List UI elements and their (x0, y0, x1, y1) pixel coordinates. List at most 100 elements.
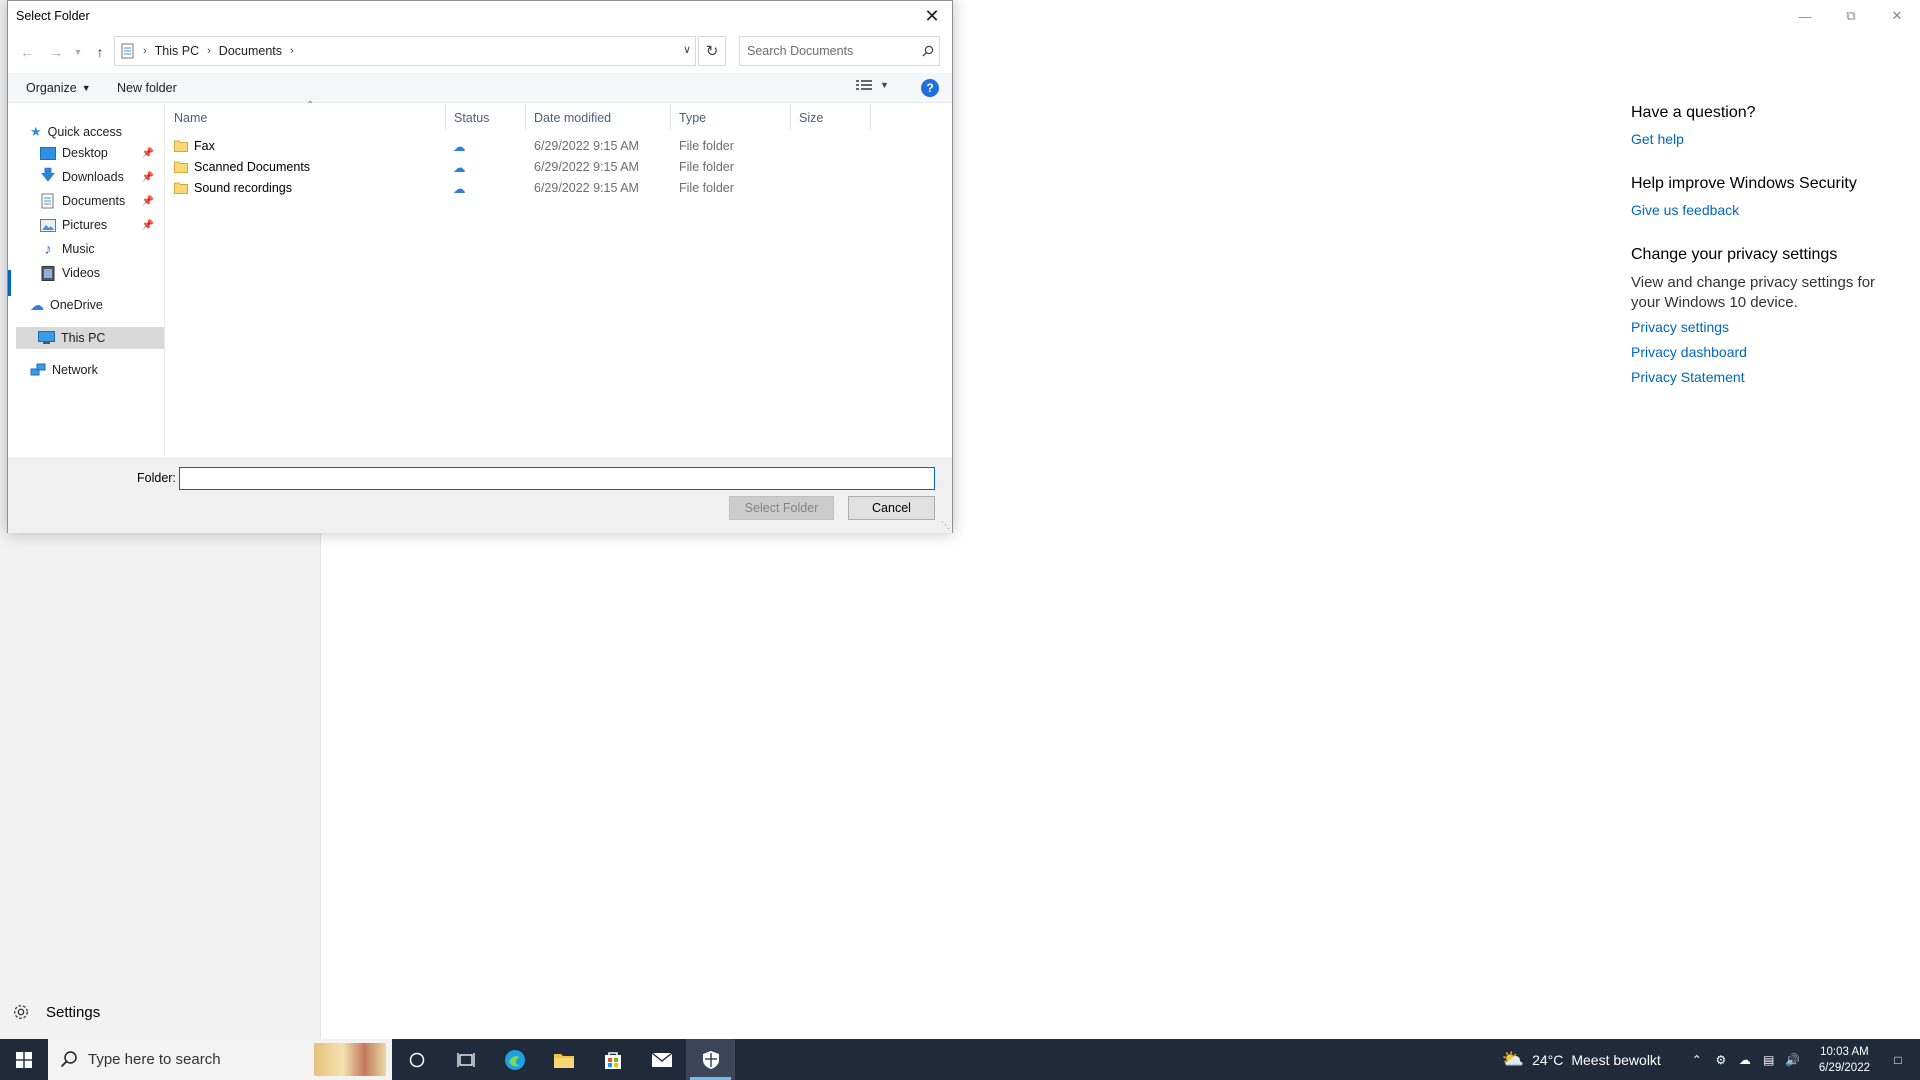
organize-button[interactable]: Organize ▼ (26, 81, 91, 95)
cortana-icon (409, 1052, 424, 1067)
file-row[interactable]: Fax ☁ 6/29/2022 9:15 AM File folder (166, 136, 952, 157)
help-panel: Have a question? Get help Help improve W… (1631, 104, 1891, 413)
help-button[interactable]: ? (921, 79, 939, 97)
address-dropdown-icon[interactable]: ∨ (683, 43, 691, 56)
cloud-status-icon: ☁ (453, 140, 466, 154)
clock[interactable]: 10:03 AM 6/29/2022 (1819, 1044, 1870, 1076)
file-explorer-button[interactable] (539, 1039, 588, 1080)
nav-pictures[interactable]: Pictures 📌 (40, 214, 164, 236)
start-button[interactable] (0, 1039, 48, 1080)
nav-music[interactable]: ♪ Music (40, 238, 164, 260)
cloud-status-icon: ☁ (453, 161, 466, 175)
feedback-link[interactable]: Give us feedback (1631, 202, 1891, 218)
close-window-button[interactable]: ✕ (1874, 4, 1920, 28)
nav-documents[interactable]: Documents 📌 (40, 190, 164, 212)
privacy-settings-link[interactable]: Privacy settings (1631, 319, 1891, 335)
organize-label: Organize (26, 81, 77, 95)
weather-widget[interactable]: ⛅ 24°C Meest bewolkt (1502, 1049, 1661, 1070)
taskbar: ⛅ 24°C Meest bewolkt ⌃ ⚙ ☁ ▤ 🔊 10:03 AM … (0, 1039, 1920, 1080)
nav-quick-access[interactable]: ★ Quick access (30, 121, 160, 143)
column-date-modified[interactable]: Date modified (526, 104, 671, 130)
chevron-right-icon: › (290, 45, 294, 57)
get-help-link[interactable]: Get help (1631, 131, 1891, 147)
file-type: File folder (679, 139, 734, 153)
edge-button[interactable] (490, 1039, 539, 1080)
search-icon[interactable] (917, 45, 939, 57)
nav-onedrive[interactable]: ☁ OneDrive (30, 294, 160, 316)
select-folder-dialog: Select Folder ✕ ← → ▼ ↑ › This PC › Docu… (7, 0, 953, 533)
restore-button[interactable]: ⧉ (1828, 4, 1874, 28)
nav-downloads[interactable]: 🡇 Downloads 📌 (40, 166, 164, 188)
network-tray-icon[interactable]: ▤ (1757, 1053, 1781, 1067)
documents-icon (41, 193, 54, 209)
column-type[interactable]: Type (671, 104, 791, 130)
column-status[interactable]: Status (446, 104, 526, 130)
pin-icon[interactable]: 📌 (142, 172, 154, 183)
column-size[interactable]: Size (791, 104, 871, 130)
windows-security-button[interactable] (686, 1039, 735, 1080)
dialog-close-button[interactable]: ✕ (912, 1, 952, 31)
address-bar[interactable]: › This PC › Documents › ∨ (114, 36, 696, 66)
nav-videos[interactable]: Videos (40, 262, 164, 284)
pin-icon[interactable]: 📌 (142, 220, 154, 231)
volume-icon[interactable]: 🔊 (1781, 1053, 1805, 1067)
change-view-button[interactable]: ▼ (856, 79, 889, 91)
nav-label: Network (52, 363, 98, 377)
file-name: Scanned Documents (194, 160, 311, 174)
settings-nav-item[interactable]: Settings (12, 1003, 100, 1021)
feedback-section: Help improve Windows Security Give us fe… (1631, 175, 1891, 218)
notifications-icon[interactable]: □ (1886, 1053, 1910, 1067)
section-text: View and change privacy settings for you… (1631, 274, 1876, 311)
file-type: File folder (679, 181, 734, 195)
search-input[interactable] (740, 44, 917, 58)
chevron-up-icon[interactable]: ⌃ (1685, 1053, 1709, 1067)
nav-desktop[interactable]: Desktop 📌 (40, 142, 164, 164)
task-view-button[interactable] (441, 1039, 490, 1080)
privacy-dashboard-link[interactable]: Privacy dashboard (1631, 344, 1891, 360)
up-button[interactable]: ↑ (90, 42, 110, 62)
taskbar-search (48, 1039, 392, 1080)
file-date: 6/29/2022 9:15 AM (534, 181, 639, 195)
taskbar-search-input[interactable] (88, 1051, 308, 1068)
chevron-right-icon: › (143, 45, 147, 57)
folder-input[interactable] (179, 467, 935, 490)
nav-this-pc[interactable]: This PC (16, 327, 164, 349)
file-name: Fax (194, 139, 215, 153)
store-button[interactable] (588, 1039, 637, 1080)
partly-cloudy-icon: ⛅ (1501, 1049, 1525, 1069)
minimize-button[interactable]: — (1782, 4, 1828, 28)
settings-label: Settings (46, 1003, 101, 1021)
select-folder-button[interactable]: Select Folder (729, 496, 834, 520)
cancel-button[interactable]: Cancel (848, 496, 935, 520)
refresh-button[interactable]: ↻ (698, 36, 726, 66)
forward-button[interactable]: → (46, 42, 66, 62)
navigation-bar: ← → ▼ ↑ › This PC › Documents › ∨ ↻ (8, 36, 952, 68)
file-row[interactable]: Sound recordings ☁ 6/29/2022 9:15 AM Fil… (166, 178, 952, 199)
command-bar: Organize ▼ New folder ▼ ? (8, 73, 952, 103)
cortana-button[interactable] (392, 1039, 441, 1080)
new-folder-button[interactable]: New folder (117, 81, 177, 95)
column-name[interactable]: Name (166, 104, 446, 130)
computer-icon (38, 331, 55, 344)
resize-grip-icon[interactable]: ⋱ (941, 520, 950, 531)
recent-locations-button[interactable]: ▼ (68, 42, 88, 62)
pin-icon[interactable]: 📌 (142, 148, 154, 159)
nav-label: Videos (62, 266, 100, 280)
sync-icon[interactable]: ⚙ (1709, 1053, 1733, 1067)
onedrive-tray-icon[interactable]: ☁ (1733, 1053, 1757, 1067)
window-controls: — ⧉ ✕ (1782, 4, 1920, 28)
nav-network[interactable]: Network (30, 359, 160, 381)
arrow-up-icon: ↑ (96, 44, 104, 60)
file-row[interactable]: Scanned Documents ☁ 6/29/2022 9:15 AM Fi… (166, 157, 952, 178)
navigation-pane: ★ Quick access Desktop 📌 🡇 Downloads 📌 D… (8, 104, 165, 456)
privacy-statement-link[interactable]: Privacy Statement (1631, 369, 1891, 385)
nav-label: Desktop (62, 146, 108, 160)
folder-icon (174, 140, 188, 152)
back-button[interactable]: ← (17, 42, 37, 62)
pin-icon[interactable]: 📌 (142, 196, 154, 207)
breadcrumb-this-pc[interactable]: This PC (155, 44, 199, 58)
mail-button[interactable] (637, 1039, 686, 1080)
breadcrumb-documents[interactable]: Documents (219, 44, 282, 58)
file-name: Sound recordings (194, 181, 292, 195)
weather-temperature: 24°C (1532, 1051, 1564, 1068)
